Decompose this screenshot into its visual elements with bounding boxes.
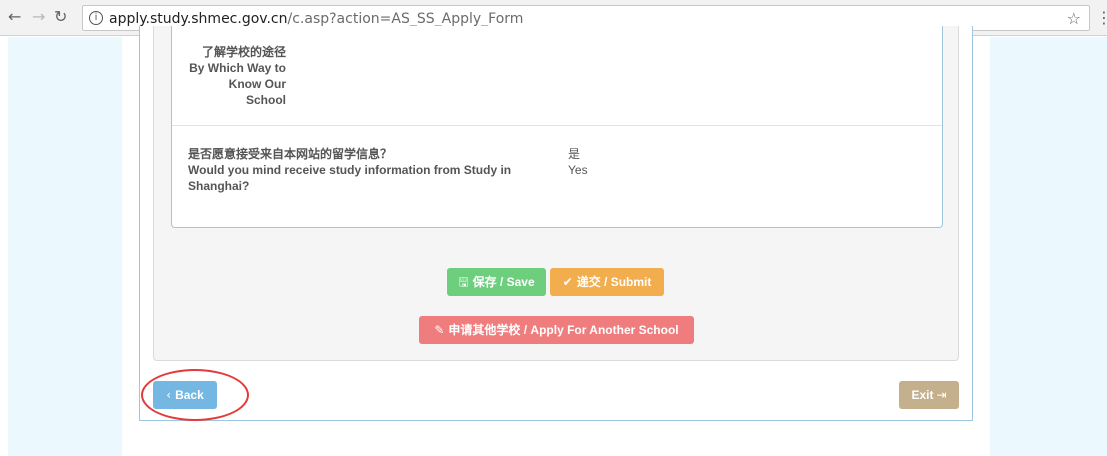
row-divider <box>172 125 942 126</box>
url-text: apply.study.shmec.gov.cn/c.asp?action=AS… <box>109 11 523 27</box>
back-button[interactable]: ‹ Back <box>153 381 217 409</box>
star-icon[interactable]: ☆ <box>1067 9 1081 28</box>
url-host: apply.study.shmec.gov.cn <box>109 11 288 27</box>
page-side-left <box>8 37 122 456</box>
back-button-label: Back <box>175 388 204 402</box>
arrow-right-icon[interactable]: → <box>32 9 45 25</box>
apply-another-school-label: 申请其他学校 / Apply For Another School <box>448 323 679 337</box>
pencil-icon: ✎ <box>434 323 445 337</box>
info-icon[interactable]: i <box>89 11 103 25</box>
form-well: 了解学校的途径 By Which Way to Know Our School … <box>153 26 959 361</box>
chevron-left-icon: ‹ <box>166 388 172 402</box>
receive-info-value-cn: 是 <box>568 147 581 161</box>
receive-info-value: 是 Yes <box>568 146 588 178</box>
receive-info-label-cn: 是否愿意接受来自本网站的留学信息？ <box>188 147 393 161</box>
save-button-label: 保存 / Save <box>472 275 535 289</box>
save-icon: 🖫 <box>458 275 469 289</box>
exit-button-label: Exit <box>911 388 934 402</box>
receive-info-label: 是否愿意接受来自本网站的留学信息？ Would you mind receive… <box>188 146 568 194</box>
url-path: /c.asp?action=AS_SS_Apply_Form <box>287 11 524 27</box>
save-button[interactable]: 🖫 保存 / Save <box>447 268 546 296</box>
submit-button-label: 递交 / Submit <box>576 275 652 289</box>
form-panel: 了解学校的途径 By Which Way to Know Our School … <box>171 26 943 228</box>
apply-another-school-button[interactable]: ✎ 申请其他学校 / Apply For Another School <box>419 316 694 344</box>
reload-icon[interactable]: ↻ <box>54 9 67 25</box>
page-side-right <box>990 37 1107 456</box>
receive-info-value-en: Yes <box>568 163 588 177</box>
way-to-know-label: 了解学校的途径 By Which Way to Know Our School <box>189 45 286 107</box>
exit-button[interactable]: Exit ⇥ <box>899 381 959 409</box>
check-circle-icon: ✔ <box>562 275 573 289</box>
menu-dots-icon[interactable]: ⋮ <box>1096 8 1107 27</box>
arrow-left-icon[interactable]: ← <box>8 9 21 25</box>
sign-out-icon: ⇥ <box>936 388 947 402</box>
receive-info-label-en: Would you mind receive study information… <box>188 163 512 193</box>
submit-button[interactable]: ✔ 递交 / Submit <box>550 268 664 296</box>
application-form-container: 了解学校的途径 By Which Way to Know Our School … <box>139 26 973 421</box>
